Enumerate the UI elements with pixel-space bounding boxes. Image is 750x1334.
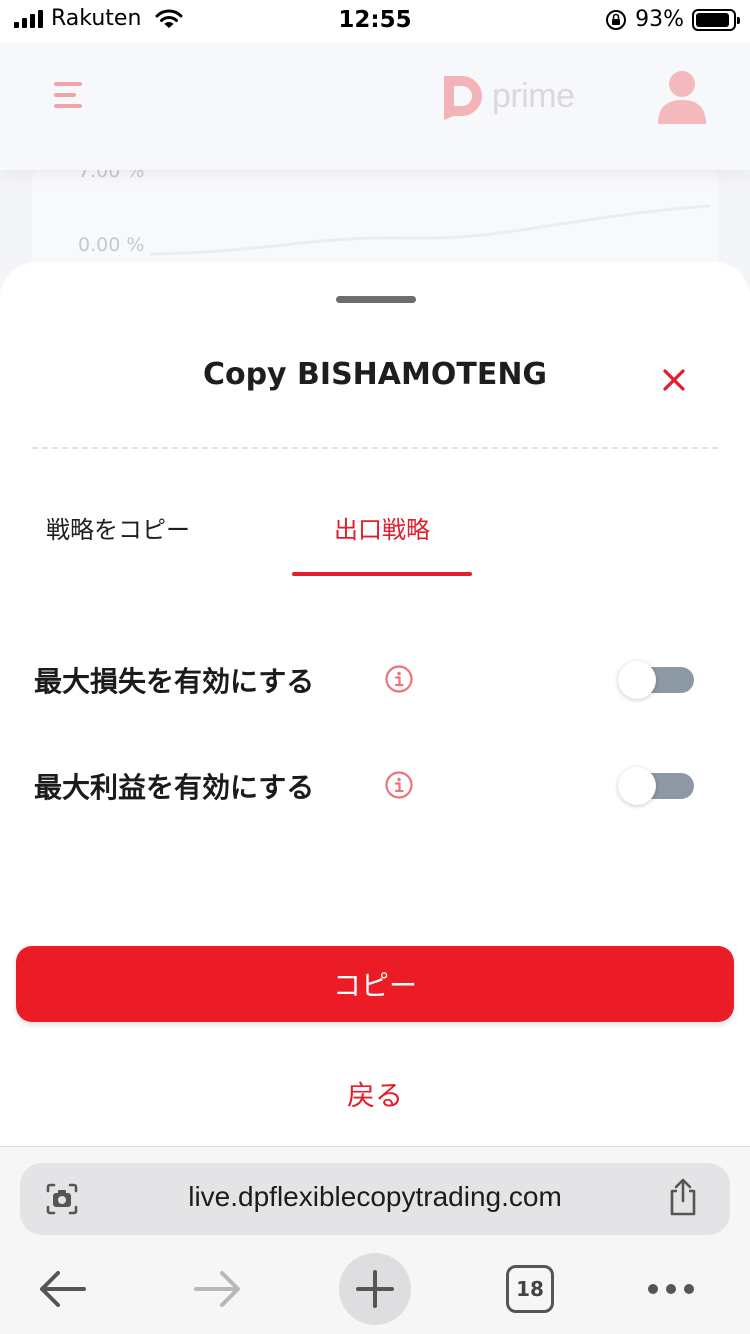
option-label: 最大損失を有効にする	[34, 665, 315, 698]
plus-icon	[356, 1270, 394, 1308]
logo-text: prime	[492, 76, 575, 115]
app-header: prime	[0, 42, 750, 170]
status-bar: Rakuten 12:55 93%	[0, 0, 750, 42]
tab-copy-strategy[interactable]: 戦略をコピー	[46, 510, 190, 545]
battery-percent: 93%	[635, 7, 684, 32]
status-right-group: 93%	[605, 7, 740, 32]
url-text: live.dpflexiblecopytrading.com	[188, 1181, 562, 1212]
back-arrow-icon[interactable]	[36, 1267, 88, 1311]
tab-exit-strategy[interactable]: 出口戦略	[292, 510, 472, 545]
max-loss-toggle[interactable]	[618, 661, 694, 699]
copy-button[interactable]: コピー	[16, 946, 734, 1022]
sheet-grabber[interactable]	[336, 296, 416, 303]
logo-icon	[444, 76, 482, 120]
option-label: 最大利益を有効にする	[34, 771, 315, 804]
brand-logo: prime	[436, 70, 575, 122]
close-button[interactable]	[656, 362, 692, 398]
back-link[interactable]: 戻る	[0, 1074, 750, 1114]
max-profit-toggle[interactable]	[618, 767, 694, 805]
chart-line	[150, 204, 710, 256]
toggle-knob	[618, 767, 656, 805]
info-icon[interactable]	[384, 664, 414, 694]
share-icon[interactable]	[666, 1177, 700, 1217]
close-icon	[663, 369, 685, 391]
new-tab-button[interactable]	[339, 1253, 411, 1325]
browser-toolbar: live.dpflexiblecopytrading.com 18	[0, 1146, 750, 1334]
option-max-profit: 最大利益を有効にする	[0, 756, 750, 816]
more-icon[interactable]	[646, 1275, 696, 1303]
chart-axis-label: 0.00 %	[78, 234, 145, 256]
sheet-title: Copy BISHAMOTENG	[202, 357, 548, 392]
active-tab-indicator	[292, 572, 472, 576]
battery-icon	[692, 8, 740, 31]
dashed-divider	[32, 447, 718, 449]
menu-icon[interactable]	[54, 82, 82, 108]
orientation-lock-icon	[606, 9, 627, 30]
tabs-icon[interactable]: 18	[506, 1265, 554, 1313]
forward-arrow-icon	[194, 1271, 240, 1307]
info-icon[interactable]	[384, 770, 414, 800]
option-max-loss: 最大損失を有効にする	[0, 650, 750, 710]
address-bar[interactable]: live.dpflexiblecopytrading.com	[20, 1163, 730, 1235]
user-icon[interactable]	[656, 66, 708, 126]
toggle-knob	[618, 661, 656, 699]
